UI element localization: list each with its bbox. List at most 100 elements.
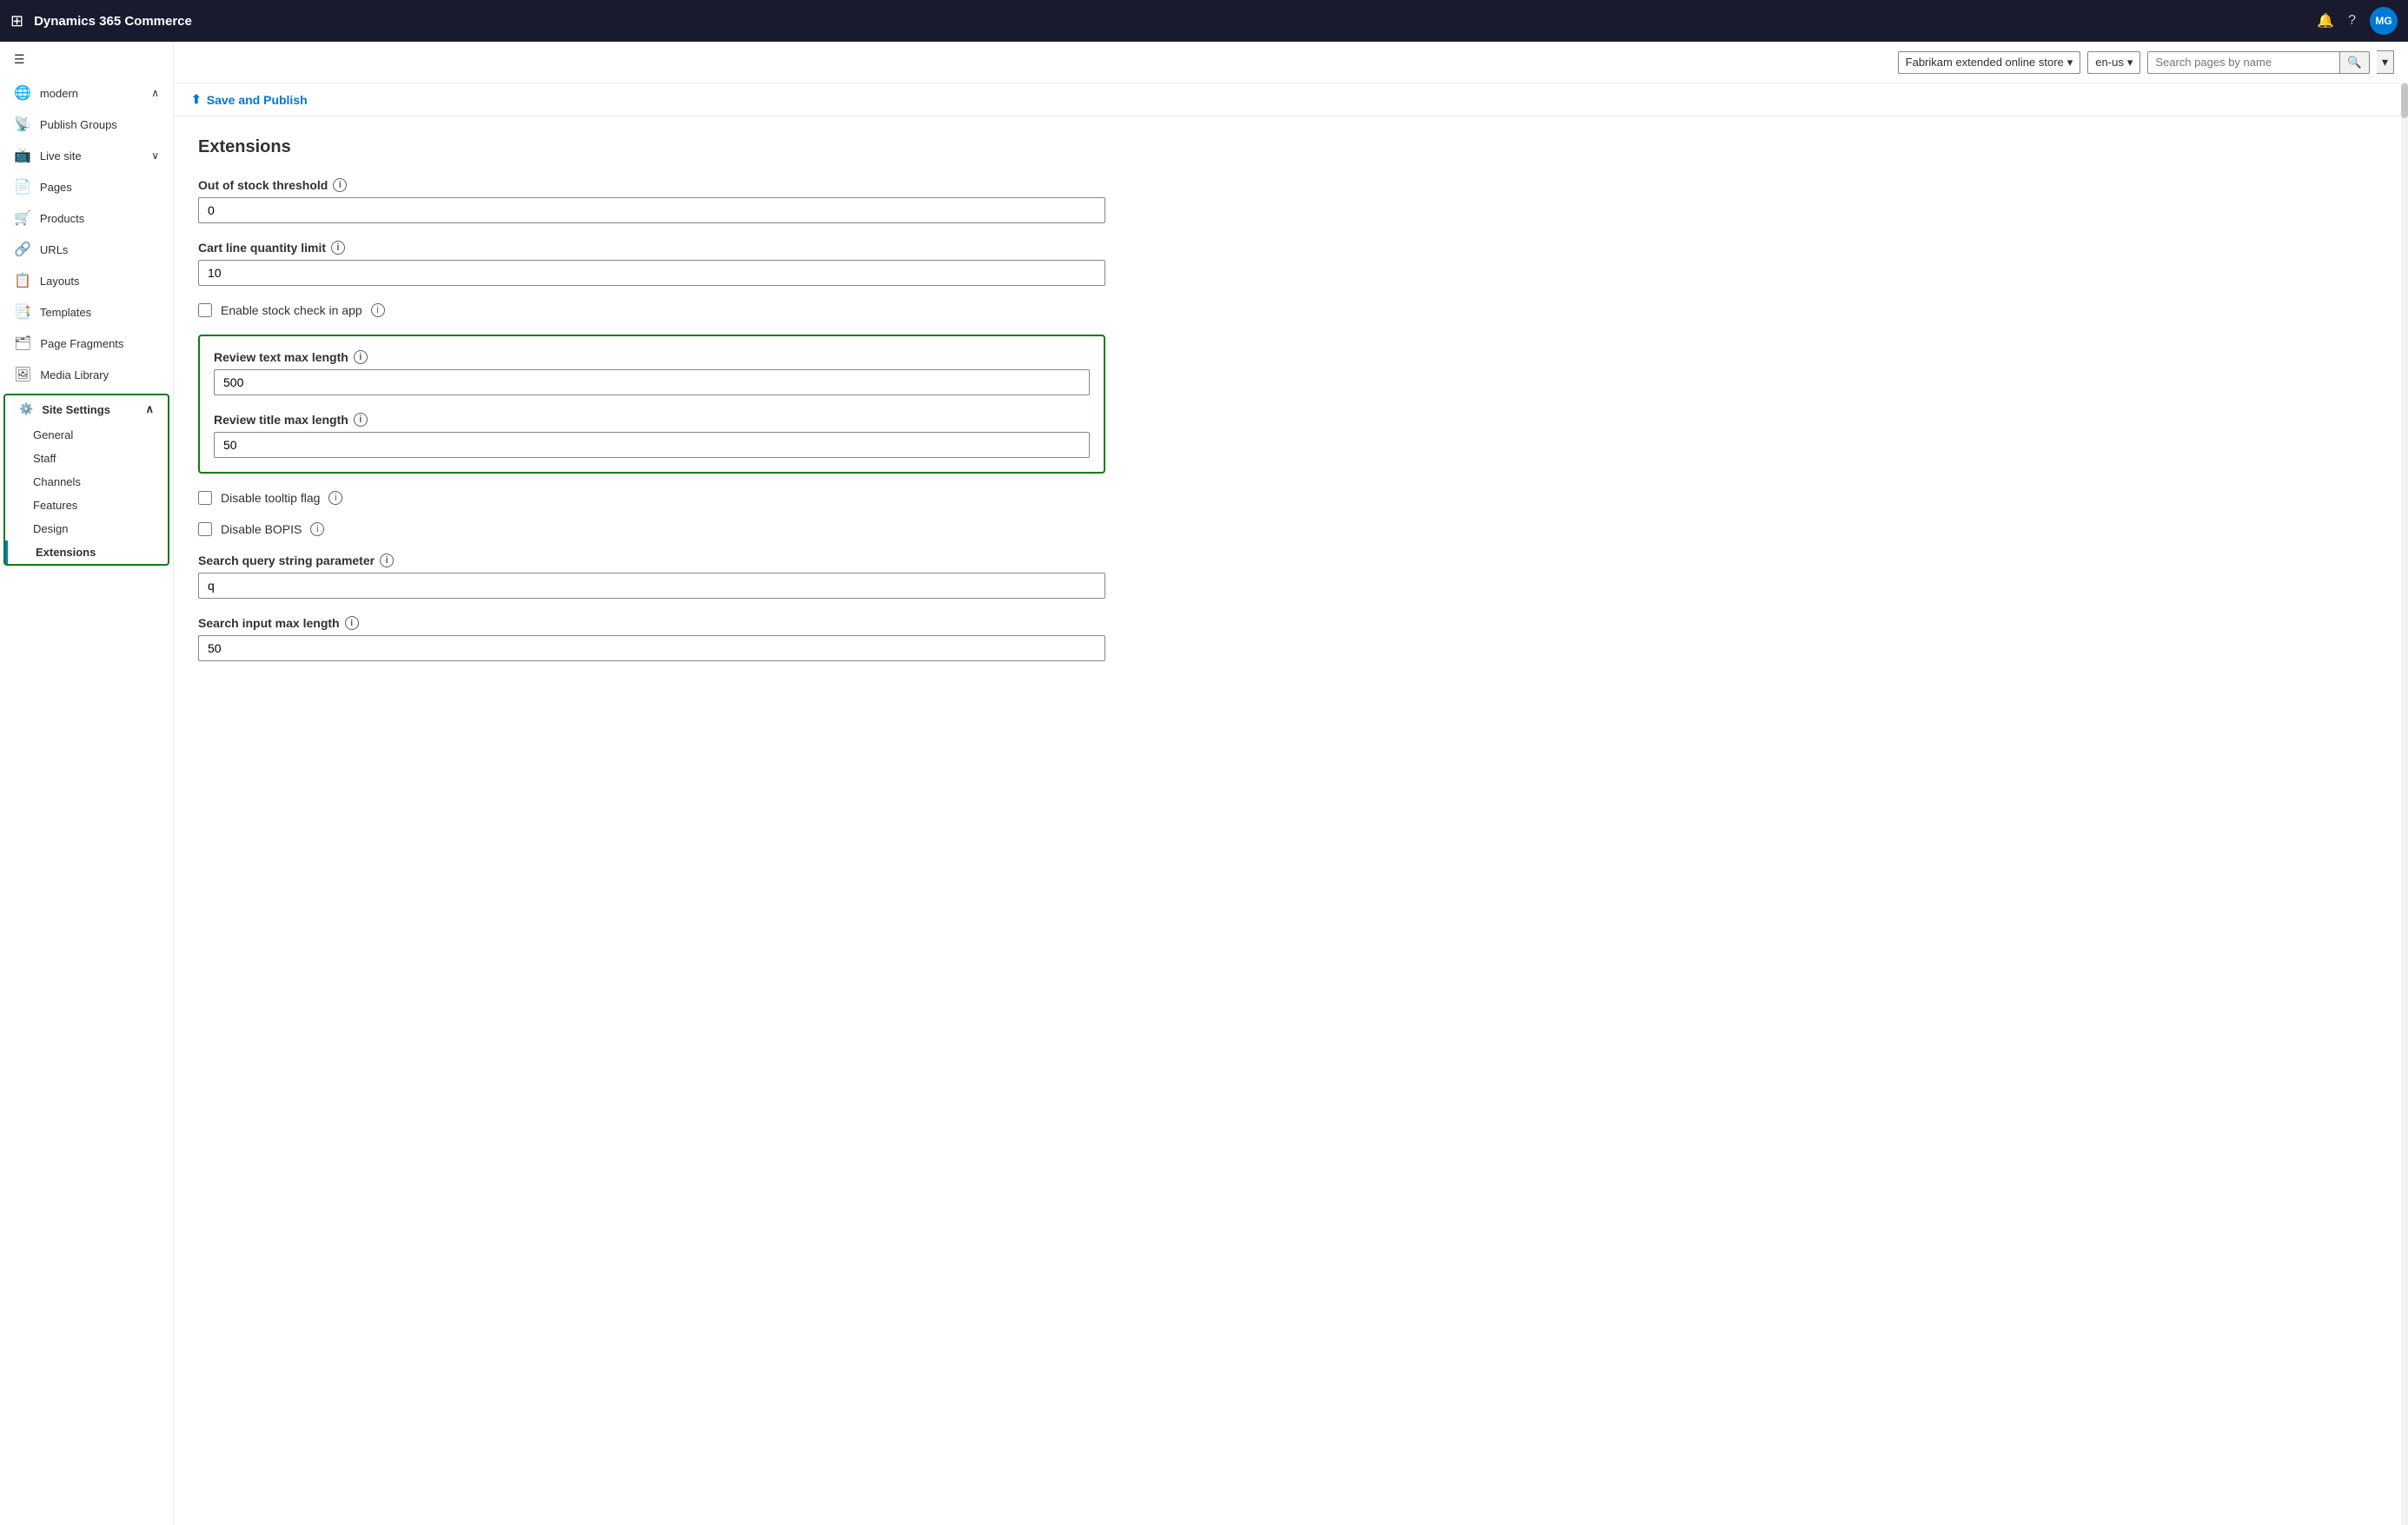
sidebar-item-templates-label: Templates [40, 306, 91, 319]
checkbox-stock-check-input[interactable] [198, 303, 212, 317]
info-icon-review-title[interactable]: i [354, 413, 368, 427]
info-icon-stock-check[interactable]: i [371, 303, 385, 317]
sidebar-item-layouts-label: Layouts [40, 275, 80, 288]
sidebar-sub-features[interactable]: Features [5, 494, 168, 517]
field-review-title-max-length: Review title max length i [214, 413, 1090, 458]
field-label-review-text: Review text max length i [214, 350, 1090, 364]
page-search-bar: 🔍 [2147, 51, 2370, 74]
info-icon-disable-bopis[interactable]: i [310, 522, 324, 536]
sidebar-item-site-settings-label: Site Settings [42, 403, 110, 416]
page-title: Extensions [198, 137, 1105, 157]
sidebar-item-publish-groups-label: Publish Groups [40, 118, 117, 131]
input-out-of-stock-threshold[interactable] [198, 197, 1105, 223]
checkbox-enable-stock-check: Enable stock check in app i [198, 303, 1105, 317]
sidebar-item-modern-label: modern [40, 87, 78, 100]
info-icon-search-query[interactable]: i [380, 554, 394, 567]
sidebar-item-live-site[interactable]: 📺 Live site ∨ [0, 140, 173, 171]
pages-icon: 📄 [14, 178, 31, 196]
chevron-down-icon: ∨ [151, 149, 159, 162]
sidebar-item-page-fragments[interactable]: 🗂 Page Fragments [0, 328, 173, 359]
urls-icon: 🔗 [14, 241, 31, 258]
field-out-of-stock-threshold: Out of stock threshold i [198, 178, 1105, 223]
sidebar-item-publish-groups[interactable]: 📡 Publish Groups [0, 109, 173, 140]
products-icon: 🛒 [14, 209, 31, 227]
input-search-query-string[interactable] [198, 573, 1105, 599]
field-label-search-input-max: Search input max length i [198, 616, 1105, 630]
field-label-search-query: Search query string parameter i [198, 554, 1105, 567]
sidebar-item-templates[interactable]: 📑 Templates [0, 296, 173, 328]
info-icon-search-input[interactable]: i [345, 616, 359, 630]
sidebar: ☰ 🌐 modern ∧ 📡 Publish Groups 📺 Live sit… [0, 42, 174, 1525]
checkbox-disable-tooltip: Disable tooltip flag i [198, 491, 1105, 505]
sidebar-item-page-fragments-label: Page Fragments [40, 337, 123, 350]
search-expand-button[interactable]: ▾ [2377, 50, 2394, 74]
sidebar-item-modern[interactable]: 🌐 modern ∧ [0, 77, 173, 109]
info-icon-disable-tooltip[interactable]: i [328, 491, 342, 505]
field-search-query-string: Search query string parameter i [198, 554, 1105, 599]
top-navigation-bar: ⊞ Dynamics 365 Commerce 🔔 ? MG [0, 0, 2408, 42]
page-fragments-icon: 🗂 [14, 335, 31, 352]
sidebar-item-products-label: Products [40, 212, 84, 225]
info-icon-cart-line[interactable]: i [331, 241, 345, 255]
field-review-text-max-length: Review text max length i [214, 350, 1090, 395]
scrollbar-thumb[interactable] [2401, 83, 2408, 118]
store-bar: Fabrikam extended online store ▾ en-us ▾… [174, 42, 2408, 83]
app-title: Dynamics 365 Commerce [34, 14, 2306, 29]
input-review-title-max-length[interactable] [214, 432, 1090, 458]
globe-icon: 🌐 [14, 84, 31, 102]
checkbox-disable-bopis-input[interactable] [198, 522, 212, 536]
locale-chevron-icon: ▾ [2127, 56, 2133, 70]
search-pages-input[interactable] [2148, 52, 2339, 72]
help-icon[interactable]: ? [2348, 13, 2356, 29]
templates-icon: 📑 [14, 303, 31, 321]
save-publish-button[interactable]: ⬆ Save and Publish [191, 92, 308, 107]
sidebar-item-layouts[interactable]: 📋 Layouts [0, 265, 173, 296]
sidebar-item-products[interactable]: 🛒 Products [0, 202, 173, 234]
upload-icon: ⬆ [191, 92, 202, 107]
chevron-up-icon: ∧ [151, 87, 159, 99]
sidebar-sub-staff[interactable]: Staff [5, 447, 168, 470]
waffle-icon[interactable]: ⊞ [10, 12, 23, 30]
field-label-out-of-stock: Out of stock threshold i [198, 178, 1105, 192]
sidebar-item-live-site-label: Live site [40, 149, 82, 162]
sidebar-sub-general[interactable]: General [5, 423, 168, 447]
site-settings-icon: ⚙️ [19, 402, 33, 416]
locale-selector[interactable]: en-us ▾ [2087, 51, 2140, 74]
sidebar-item-pages-label: Pages [40, 181, 72, 194]
sidebar-item-site-settings[interactable]: ⚙️ Site Settings ∧ [5, 395, 168, 423]
sidebar-item-media-library[interactable]: 🖼 Media Library [0, 359, 173, 390]
store-chevron-icon: ▾ [2067, 56, 2073, 70]
input-search-input-max-length[interactable] [198, 635, 1105, 661]
hamburger-icon: ☰ [14, 52, 25, 67]
checkbox-disable-bopis: Disable BOPIS i [198, 522, 1105, 536]
field-search-input-max-length: Search input max length i [198, 616, 1105, 661]
layouts-icon: 📋 [14, 272, 31, 289]
chevron-up-icon-settings: ∧ [145, 402, 154, 416]
field-cart-line-quantity: Cart line quantity limit i [198, 241, 1105, 286]
action-bar: ⬆ Save and Publish [174, 83, 2408, 116]
publish-icon: 📡 [14, 116, 31, 133]
live-site-icon: 📺 [14, 147, 31, 164]
info-icon-out-of-stock[interactable]: i [333, 178, 347, 192]
input-cart-line-quantity[interactable] [198, 260, 1105, 286]
input-review-text-max-length[interactable] [214, 369, 1090, 395]
notification-icon[interactable]: 🔔 [2317, 12, 2334, 30]
info-icon-review-text[interactable]: i [354, 350, 368, 364]
checkbox-disable-tooltip-input[interactable] [198, 491, 212, 505]
field-label-review-title: Review title max length i [214, 413, 1090, 427]
sidebar-toggle[interactable]: ☰ [0, 42, 173, 77]
main-content-area: ⬆ Save and Publish Extensions Out of sto… [174, 83, 2408, 1525]
sidebar-sub-extensions[interactable]: Extensions [5, 540, 168, 564]
sidebar-item-pages[interactable]: 📄 Pages [0, 171, 173, 202]
field-label-cart-line-quantity: Cart line quantity limit i [198, 241, 1105, 255]
media-library-icon: 🖼 [14, 366, 31, 383]
store-selector[interactable]: Fabrikam extended online store ▾ [1898, 51, 2081, 74]
highlighted-review-group: Review text max length i Review title ma… [198, 335, 1105, 474]
sidebar-item-media-library-label: Media Library [40, 368, 109, 381]
sidebar-item-urls[interactable]: 🔗 URLs [0, 234, 173, 265]
scrollbar[interactable] [2401, 83, 2408, 1525]
avatar[interactable]: MG [2370, 7, 2398, 35]
search-button[interactable]: 🔍 [2339, 52, 2369, 73]
sidebar-sub-channels[interactable]: Channels [5, 470, 168, 494]
sidebar-sub-design[interactable]: Design [5, 517, 168, 540]
